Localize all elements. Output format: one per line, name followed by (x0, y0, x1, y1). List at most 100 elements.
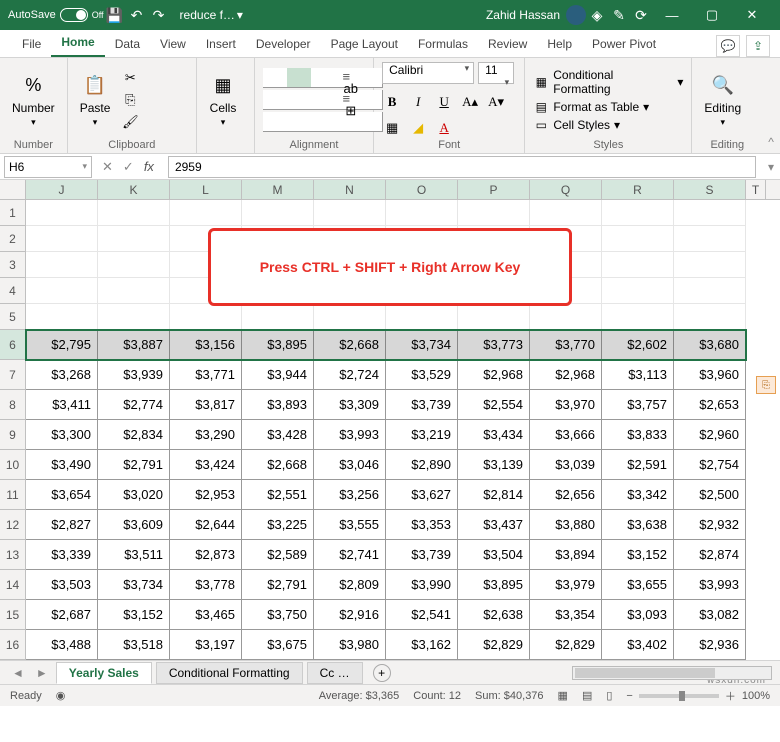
cell[interactable]: $3,894 (530, 540, 602, 570)
cells-area[interactable]: Press CTRL + SHIFT + Right Arrow Key $2,… (26, 200, 746, 660)
cell[interactable]: $3,437 (458, 510, 530, 540)
cell[interactable]: $3,353 (386, 510, 458, 540)
cell[interactable] (386, 252, 458, 278)
table-row[interactable]: $3,411$2,774$3,817$3,893$3,309$3,739$2,5… (26, 390, 746, 420)
tab-power-pivot[interactable]: Power Pivot (582, 33, 666, 57)
cell[interactable] (314, 252, 386, 278)
cell[interactable]: $3,960 (674, 360, 746, 390)
table-row[interactable]: $3,503$3,734$3,778$2,791$2,809$3,990$3,8… (26, 570, 746, 600)
cell[interactable]: $3,490 (26, 450, 98, 480)
col-header[interactable]: R (602, 180, 674, 199)
cell[interactable] (530, 226, 602, 252)
alignment-grid[interactable]: ≡≡≡ ≡≡≡ ⇤⇥ (263, 68, 333, 132)
sheet-nav-next-icon[interactable]: ► (32, 666, 52, 680)
cell[interactable]: $3,046 (314, 450, 386, 480)
cell[interactable]: $2,874 (674, 540, 746, 570)
cell[interactable] (674, 200, 746, 226)
cell[interactable]: $3,219 (386, 420, 458, 450)
cell[interactable] (530, 200, 602, 226)
cell[interactable]: $3,354 (530, 600, 602, 630)
cell[interactable] (314, 200, 386, 226)
cell[interactable]: $3,529 (386, 360, 458, 390)
cell[interactable] (602, 252, 674, 278)
col-header[interactable]: K (98, 180, 170, 199)
cell[interactable]: $2,653 (674, 390, 746, 420)
row-header[interactable]: 3 (0, 252, 26, 278)
cell[interactable] (314, 304, 386, 330)
sync-icon[interactable]: ⟳ (630, 7, 652, 24)
table-row[interactable] (26, 252, 746, 278)
col-header[interactable]: M (242, 180, 314, 199)
cell[interactable] (170, 200, 242, 226)
cell[interactable] (458, 278, 530, 304)
cell[interactable]: $2,554 (458, 390, 530, 420)
row-header[interactable]: 13 (0, 540, 26, 570)
cell[interactable] (386, 278, 458, 304)
share-button[interactable]: ⇪ (746, 35, 770, 57)
cell[interactable]: $3,970 (530, 390, 602, 420)
cell[interactable]: $3,880 (530, 510, 602, 540)
cell[interactable]: $2,809 (314, 570, 386, 600)
row-header[interactable]: 2 (0, 226, 26, 252)
cell[interactable]: $3,156 (170, 330, 242, 360)
paste-button[interactable]: 📋 Paste ▾ (76, 69, 115, 130)
cell[interactable]: $3,268 (26, 360, 98, 390)
row-header[interactable]: 5 (0, 304, 26, 330)
cell[interactable]: $3,609 (98, 510, 170, 540)
format-as-table-button[interactable]: ▤Format as Table ▾ (533, 100, 683, 114)
col-header[interactable]: S (674, 180, 746, 199)
col-header[interactable]: O (386, 180, 458, 199)
cell[interactable] (98, 278, 170, 304)
cell[interactable] (314, 278, 386, 304)
cell[interactable]: $2,968 (530, 360, 602, 390)
cell[interactable] (674, 226, 746, 252)
tab-data[interactable]: Data (105, 33, 150, 57)
cell[interactable]: $2,829 (458, 630, 530, 660)
table-row[interactable]: $3,488$3,518$3,197$3,675$3,980$3,162$2,8… (26, 630, 746, 660)
cell[interactable]: $3,739 (386, 540, 458, 570)
view-page-break-icon[interactable]: ▯ (606, 689, 612, 702)
table-row[interactable] (26, 304, 746, 330)
cell[interactable] (170, 278, 242, 304)
tab-view[interactable]: View (150, 33, 196, 57)
cell[interactable]: $2,668 (314, 330, 386, 360)
cell[interactable]: $2,916 (314, 600, 386, 630)
table-row[interactable] (26, 278, 746, 304)
row-header[interactable]: 15 (0, 600, 26, 630)
table-row[interactable]: $3,268$3,939$3,771$3,944$2,724$3,529$2,9… (26, 360, 746, 390)
cell[interactable]: $3,939 (98, 360, 170, 390)
cell[interactable]: $3,465 (170, 600, 242, 630)
number-format-button[interactable]: % Number ▾ (8, 69, 59, 130)
cell[interactable]: $3,980 (314, 630, 386, 660)
cancel-formula-icon[interactable]: ✕ (102, 159, 113, 175)
cell[interactable]: $2,687 (26, 600, 98, 630)
cell[interactable]: $2,932 (674, 510, 746, 540)
font-name-select[interactable]: Calibri (382, 62, 474, 84)
table-row[interactable] (26, 226, 746, 252)
cell[interactable]: $3,152 (98, 600, 170, 630)
cell[interactable]: $2,834 (98, 420, 170, 450)
row-header[interactable]: 1 (0, 200, 26, 226)
cell-styles-button[interactable]: ▭Cell Styles ▾ (533, 118, 683, 132)
cell[interactable] (314, 226, 386, 252)
cell[interactable] (26, 200, 98, 226)
col-header[interactable]: L (170, 180, 242, 199)
row-header[interactable]: 6 (0, 330, 26, 360)
font-color-button[interactable]: A (434, 120, 454, 136)
merge-icon[interactable]: ⊞ (341, 102, 361, 120)
cell[interactable] (458, 304, 530, 330)
cell[interactable]: $3,402 (602, 630, 674, 660)
fill-color-button[interactable]: ◢ (408, 120, 428, 136)
tab-page-layout[interactable]: Page Layout (321, 33, 408, 57)
col-header[interactable]: T (746, 180, 766, 199)
cell[interactable]: $3,511 (98, 540, 170, 570)
cell[interactable]: $3,817 (170, 390, 242, 420)
autosave-switch[interactable] (60, 8, 88, 22)
cell[interactable]: $3,434 (458, 420, 530, 450)
cell[interactable]: $3,162 (386, 630, 458, 660)
table-row[interactable]: $3,339$3,511$2,873$2,589$2,741$3,739$3,5… (26, 540, 746, 570)
cell[interactable]: $3,887 (98, 330, 170, 360)
font-size-select[interactable]: 11 (478, 62, 514, 84)
cell[interactable] (242, 200, 314, 226)
row-headers[interactable]: 12345678910111213141516 (0, 200, 26, 660)
